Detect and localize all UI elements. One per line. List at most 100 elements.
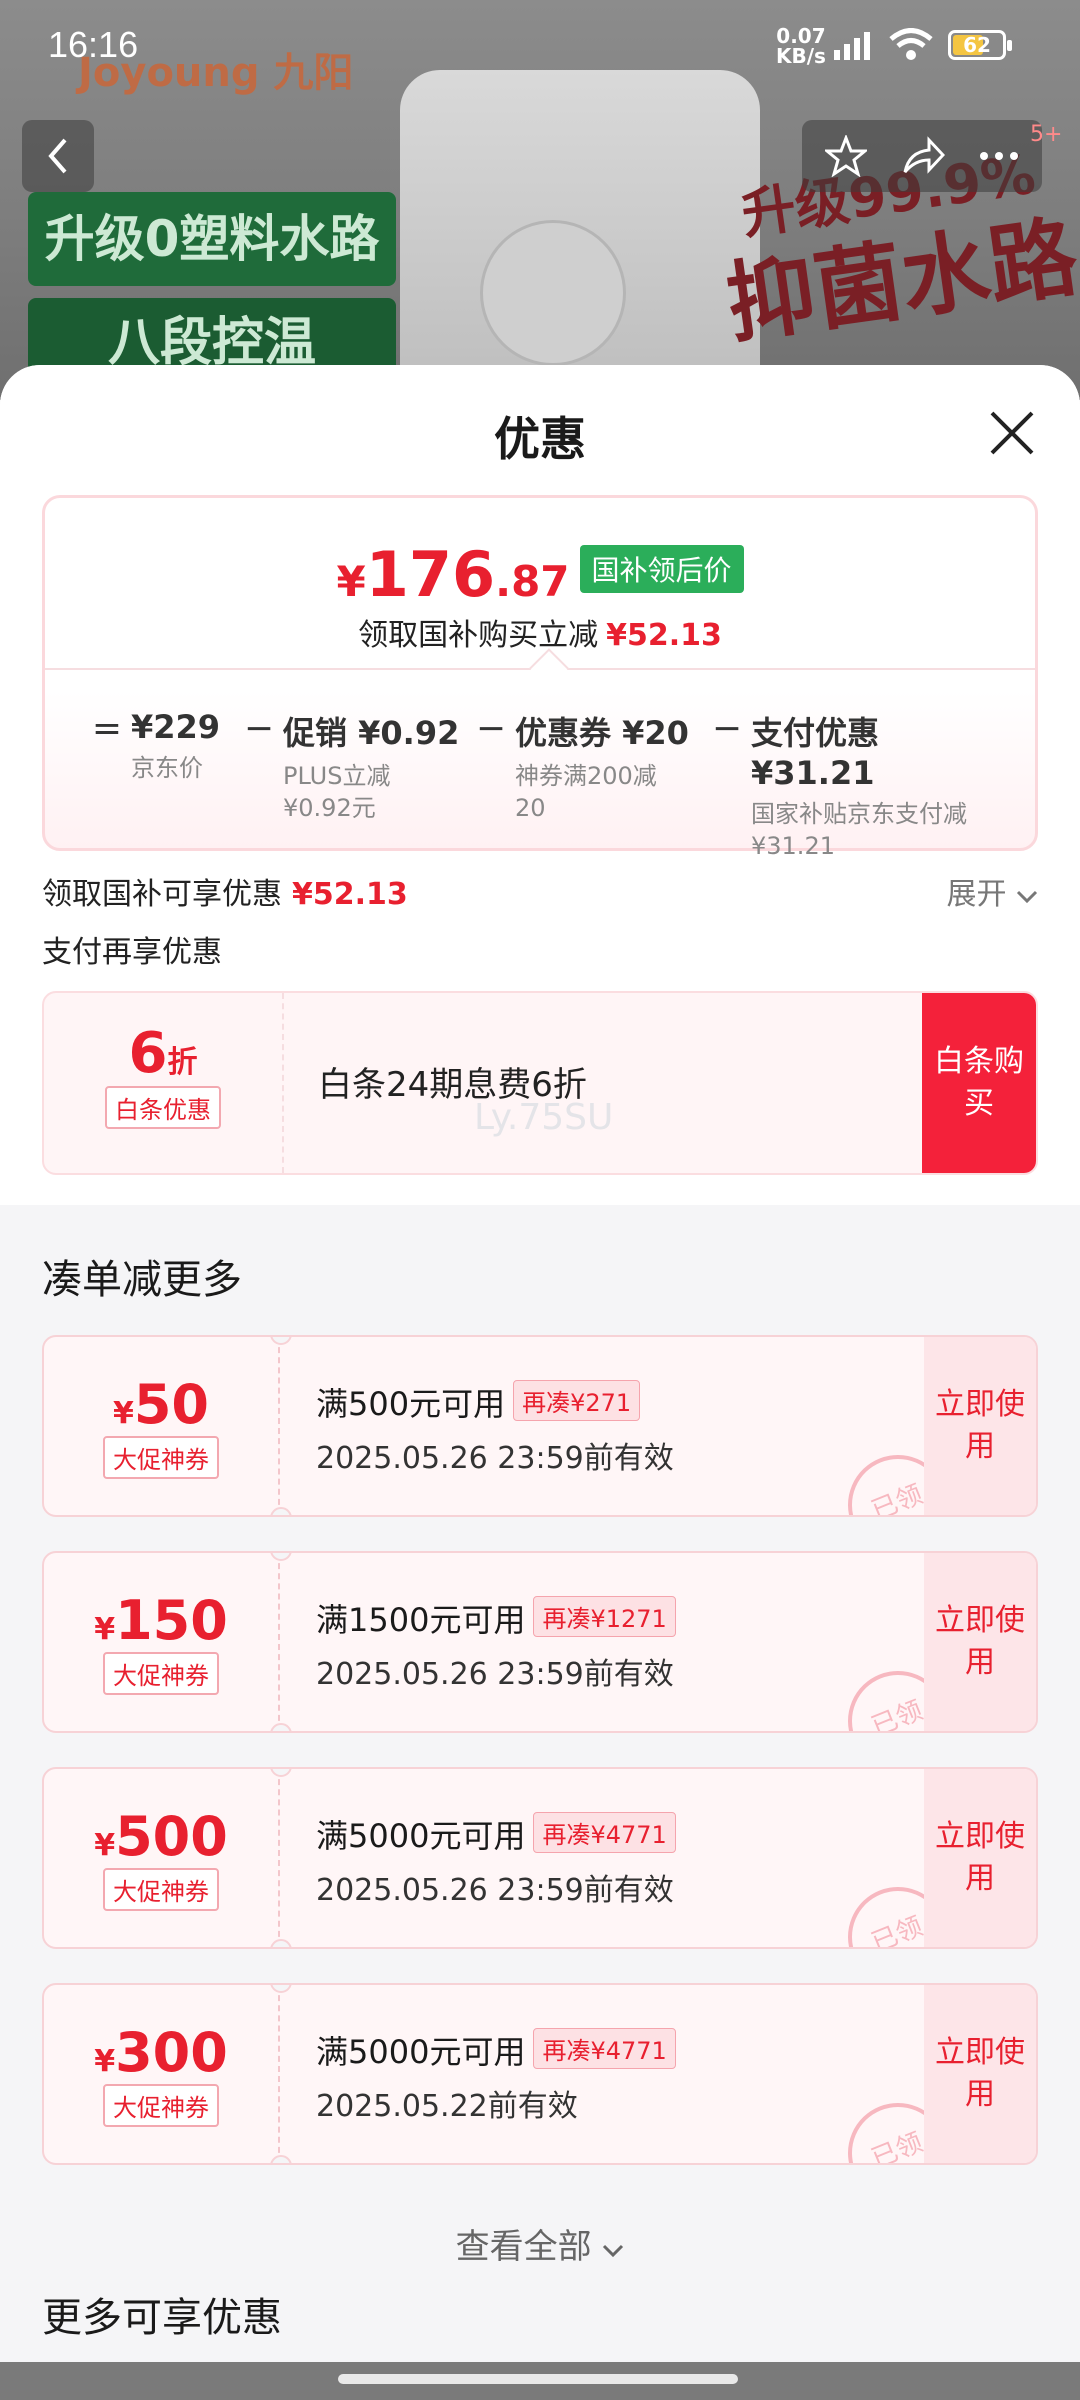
coupon-card: ¥300 大促神券 满5000元可用 再凑¥4771 2025.05.22前有效 … xyxy=(42,1983,1038,2165)
coupon-amount: ¥50 xyxy=(44,1373,278,1436)
coupon-expiry: 2025.05.22前有效 xyxy=(316,2089,578,2124)
sheet-top-section: 优惠 ¥176.87 国补领后价 领取国补购买立减 ¥52.13 = ¥229 京东… xyxy=(0,365,1080,1205)
expand-label: 展开 xyxy=(946,877,1007,912)
coupon-currency: ¥ xyxy=(94,1828,116,1863)
formula-item-title: 优惠券 ¥20 xyxy=(515,714,689,752)
price-subtitle-label: 领取国补购买立减 xyxy=(358,618,599,653)
view-all-label: 查看全部 xyxy=(455,2227,592,2267)
formula-item-payment: 支付优惠 ¥31.21 国家补贴京东支付减¥31.21 xyxy=(751,708,991,862)
chevron-down-icon xyxy=(603,2244,624,2258)
final-price: ¥176.87 国补领后价 xyxy=(45,538,1035,611)
signal-icon xyxy=(834,32,870,60)
subsidy-summary-row: 领取国补可享优惠 ¥52.13 展开 xyxy=(42,851,1038,921)
coupon-value: ¥150 大促神券 xyxy=(44,1553,280,1731)
coupon-amount-value: 500 xyxy=(115,1805,228,1868)
section-title: 凑单减更多 xyxy=(42,1257,242,1303)
price-formula: = ¥229 京东价 − 促销 ¥0.92 PLUS立减¥0.92元 − 优惠券… xyxy=(83,708,1025,862)
coupon-condition: 满5000元可用 再凑¥4771 xyxy=(316,2027,676,2073)
coupon-expiry: 2025.05.26 23:59前有效 xyxy=(316,1441,674,1476)
baitiao-chip: 白条优惠 xyxy=(105,1086,221,1129)
close-icon[interactable] xyxy=(984,405,1040,461)
battery-level: 62 xyxy=(963,33,991,57)
back-button[interactable] xyxy=(22,120,94,192)
minus-sign: − xyxy=(475,708,507,749)
net-speed-unit: KB/s xyxy=(776,44,826,68)
coupon-currency: ¥ xyxy=(94,2044,116,2079)
subsidy-tag: 国补领后价 xyxy=(579,545,744,593)
baitiao-discount: 6折 白条优惠 xyxy=(44,993,284,1173)
coupon-condition-text: 满500元可用 xyxy=(316,1385,506,1423)
coupon-chip: 大促神券 xyxy=(103,1868,219,1911)
coupon-amount: ¥150 xyxy=(44,1589,278,1652)
expand-button[interactable]: 展开 xyxy=(946,869,1038,913)
coupon-currency: ¥ xyxy=(112,1396,134,1431)
product-image xyxy=(400,70,760,400)
gesture-bar xyxy=(0,2362,1080,2400)
formula-item-title: 促销 ¥0.92 xyxy=(283,714,460,752)
sheet-title: 优惠 xyxy=(494,412,586,466)
coupon-expiry: 2025.05.26 23:59前有效 xyxy=(316,1657,674,1692)
status-bar: 16:16 0.07 KB/s 62 xyxy=(0,0,1080,95)
pay-discount-label: 支付再享优惠 xyxy=(42,935,222,970)
coupon-remaining: 再凑¥4771 xyxy=(533,2028,676,2069)
coupon-condition: 满5000元可用 再凑¥4771 xyxy=(316,1811,676,1857)
coupon-chip: 大促神券 xyxy=(103,1436,219,1479)
net-speed: 0.07 KB/s xyxy=(776,26,826,66)
use-coupon-button[interactable]: 立即使用 xyxy=(924,1337,1036,1515)
view-all-button[interactable]: 查看全部 xyxy=(0,2199,1080,2279)
use-coupon-button[interactable]: 立即使用 xyxy=(924,1553,1036,1731)
use-coupon-button[interactable]: 立即使用 xyxy=(924,1985,1036,2163)
baitiao-offer: 6折 白条优惠 白条24期息费6折 Ly.75SU 白条购买 xyxy=(42,991,1038,1175)
coupon-amount-value: 50 xyxy=(133,1373,210,1436)
price-subtitle: 领取国补购买立减 ¥52.13 xyxy=(45,610,1035,654)
formula-item-coupon: 优惠券 ¥20 神券满200减20 xyxy=(515,708,703,862)
coupon-card: ¥50 大促神券 满500元可用 再凑¥271 2025.05.26 23:59前… xyxy=(42,1335,1038,1517)
price-currency: ¥ xyxy=(336,557,366,606)
price-subtitle-amount: ¥52.13 xyxy=(606,618,722,653)
coupon-remaining: 再凑¥1271 xyxy=(533,1596,676,1637)
coupon-condition: 满1500元可用 再凑¥1271 xyxy=(316,1595,676,1641)
coupon-chip: 大促神券 xyxy=(103,1652,219,1695)
baitiao-rate: 6折 xyxy=(44,1021,282,1086)
price-integer: 176 xyxy=(365,538,496,611)
coupon-value: ¥500 大促神券 xyxy=(44,1769,280,1947)
baitiao-rate-unit: 折 xyxy=(167,1045,198,1080)
more-offers-title: 更多可享优惠 xyxy=(42,2295,282,2341)
share-icon[interactable] xyxy=(901,136,945,176)
wifi-icon xyxy=(889,28,933,60)
coupon-condition-text: 满5000元可用 xyxy=(316,2033,526,2071)
coupon-amount-value: 300 xyxy=(115,2021,228,2084)
formula-item-sub: PLUS立减¥0.92元 xyxy=(283,762,391,822)
summary-label: 领取国补可享优惠 xyxy=(42,877,282,912)
net-speed-value: 0.07 xyxy=(776,24,826,48)
watermark: Ly.75SU xyxy=(474,1097,614,1138)
chevron-left-icon xyxy=(48,138,67,174)
coupon-value: ¥50 大促神券 xyxy=(44,1337,280,1515)
formula-item-jd-price: ¥229 京东价 xyxy=(131,708,235,862)
coupon-card: ¥500 大促神券 满5000元可用 再凑¥4771 2025.05.26 23:… xyxy=(42,1767,1038,1949)
baitiao-buy-button[interactable]: 白条购买 xyxy=(922,993,1036,1173)
coupon-notch xyxy=(270,1939,292,1947)
star-icon[interactable] xyxy=(825,135,867,177)
coupon-condition-text: 满1500元可用 xyxy=(316,1601,526,1639)
top-actions xyxy=(802,120,1042,192)
formula-item-title: 支付优惠 ¥31.21 xyxy=(751,714,880,792)
coupon-amount-value: 150 xyxy=(115,1589,228,1652)
battery-icon: 62 xyxy=(948,30,1012,60)
minus-sign: − xyxy=(243,708,275,749)
discount-sheet: 优惠 ¥176.87 国补领后价 领取国补购买立减 ¥52.13 = ¥229 京东… xyxy=(0,365,1080,2400)
formula-item-sub: 京东价 xyxy=(131,754,203,782)
coupon-expiry: 2025.05.26 23:59前有效 xyxy=(316,1873,674,1908)
baitiao-rate-value: 6 xyxy=(128,1021,168,1086)
use-coupon-button[interactable]: 立即使用 xyxy=(924,1769,1036,1947)
summary-amount: ¥52.13 xyxy=(292,877,408,912)
coupon-chip: 大促神券 xyxy=(103,2084,219,2127)
formula-item-title: ¥229 xyxy=(131,708,221,746)
coupon-currency: ¥ xyxy=(94,1612,116,1647)
formula-item-promo: 促销 ¥0.92 PLUS立减¥0.92元 xyxy=(283,708,467,862)
home-indicator[interactable] xyxy=(338,2374,738,2384)
more-icon[interactable] xyxy=(979,151,1019,161)
message-badge: 5+ xyxy=(1030,122,1063,147)
coupon-amount: ¥500 xyxy=(44,1805,278,1868)
coupon-notch xyxy=(270,2155,292,2163)
